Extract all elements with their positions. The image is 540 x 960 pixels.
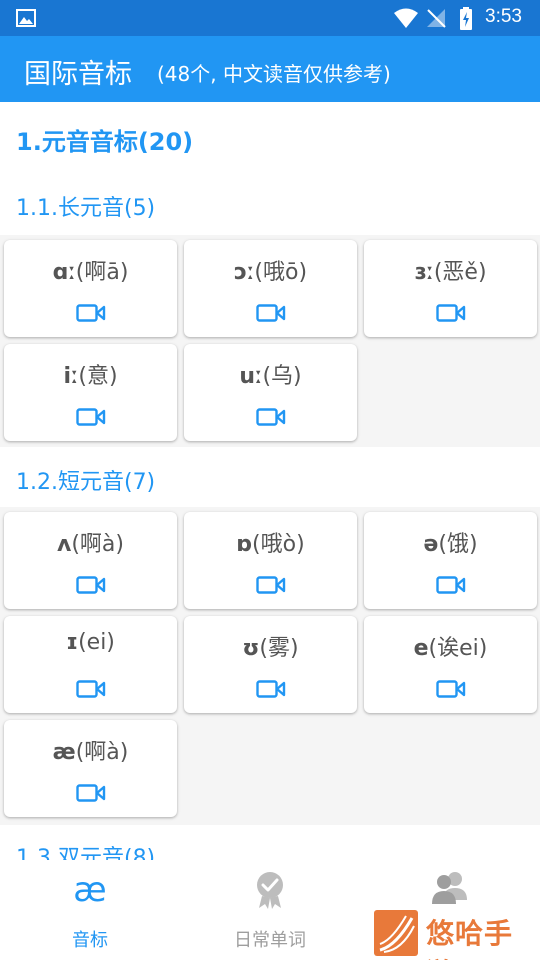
- phonetic-card[interactable]: ʌ(啊à): [4, 512, 177, 609]
- group-title-short-vowels: 1.2.短元音(7): [16, 470, 156, 495]
- nav-item-phonetics[interactable]: æ 音标: [0, 860, 180, 960]
- phonetic-card[interactable]: ɑː(啊ā): [4, 240, 177, 337]
- long-vowel-grid: ɑː(啊ā) ɔː(哦ō) ɜː(恶ě) iː(意) uː(乌): [0, 235, 540, 447]
- gallery-icon: [16, 9, 36, 31]
- video-camera-icon[interactable]: [436, 575, 466, 599]
- video-camera-icon[interactable]: [436, 679, 466, 703]
- phonetic-list[interactable]: 1.元音音标(20) 1.1.长元音(5) ɑː(啊ā) ɔː(哦ō) ɜː(恶…: [0, 102, 540, 860]
- phonetic-label: ɜː(恶ě): [414, 260, 487, 285]
- watermark-logo-icon: [374, 910, 418, 956]
- short-vowel-grid: ʌ(啊à) ɒ(哦ò) ə(饿) ɪ(ei) ʊ(雾) e(诶ei) æ(啊à): [0, 507, 540, 825]
- watermark: 悠哈手游: [372, 908, 540, 960]
- group-title-diphthongs: 1.3.双元音(8): [16, 846, 156, 860]
- ae-icon: æ: [73, 870, 107, 910]
- phonetic-label: ɔː(哦ō): [233, 260, 308, 285]
- phonetic-card[interactable]: ɪ(ei): [4, 616, 177, 713]
- wifi-icon: [393, 7, 419, 33]
- phonetic-card[interactable]: ɜː(恶ě): [364, 240, 537, 337]
- phonetic-label: iː(意): [63, 364, 118, 389]
- phonetic-label: e(诶ei): [413, 636, 488, 661]
- video-camera-icon[interactable]: [76, 783, 106, 807]
- phonetic-card[interactable]: ə(饿): [364, 512, 537, 609]
- status-bar: 3:53: [0, 0, 540, 36]
- battery-charging-icon: [459, 7, 473, 35]
- phonetic-card[interactable]: iː(意): [4, 344, 177, 441]
- section-title-vowels: 1.元音音标(20): [16, 128, 194, 156]
- video-camera-icon[interactable]: [76, 679, 106, 703]
- phonetic-label: ə(饿): [423, 532, 478, 557]
- video-camera-icon[interactable]: [256, 303, 286, 327]
- phonetic-label: ʊ(雾): [242, 636, 299, 661]
- nav-item-daily-words[interactable]: 日常单词: [180, 860, 360, 960]
- no-signal-icon: [425, 7, 447, 33]
- page-title: 国际音标: [24, 59, 132, 90]
- phonetic-card[interactable]: ʊ(雾): [184, 616, 357, 713]
- phonetic-label: ɪ(ei): [66, 630, 115, 655]
- phonetic-label: uː(乌): [239, 364, 302, 389]
- phonetic-card[interactable]: e(诶ei): [364, 616, 537, 713]
- watermark-text: 悠哈手游: [426, 917, 514, 960]
- video-camera-icon[interactable]: [256, 407, 286, 431]
- badge-check-icon: [180, 870, 360, 914]
- phonetic-label: ɒ(哦ò): [236, 532, 305, 557]
- phonetic-card[interactable]: ɒ(哦ò): [184, 512, 357, 609]
- phonetic-card[interactable]: uː(乌): [184, 344, 357, 441]
- video-camera-icon[interactable]: [76, 407, 106, 431]
- video-camera-icon[interactable]: [76, 303, 106, 327]
- video-camera-icon[interactable]: [76, 575, 106, 599]
- nav-label: 音标: [72, 930, 108, 951]
- video-camera-icon[interactable]: [436, 303, 466, 327]
- app-bar: 国际音标 (48个, 中文读音仅供参考): [0, 36, 540, 102]
- page-subtitle: (48个, 中文读音仅供参考): [157, 62, 391, 86]
- video-camera-icon[interactable]: [256, 679, 286, 703]
- group-title-long-vowels: 1.1.长元音(5): [16, 196, 156, 221]
- phonetic-label: æ(啊à): [52, 740, 129, 765]
- users-icon: [360, 870, 540, 910]
- phonetic-card[interactable]: ɔː(哦ō): [184, 240, 357, 337]
- phonetic-label: ʌ(啊à): [57, 532, 124, 557]
- phonetic-label: ɑː(啊ā): [52, 260, 129, 285]
- status-time: 3:53: [485, 6, 522, 27]
- nav-label: 日常单词: [234, 930, 306, 951]
- phonetic-card[interactable]: æ(啊à): [4, 720, 177, 817]
- video-camera-icon[interactable]: [256, 575, 286, 599]
